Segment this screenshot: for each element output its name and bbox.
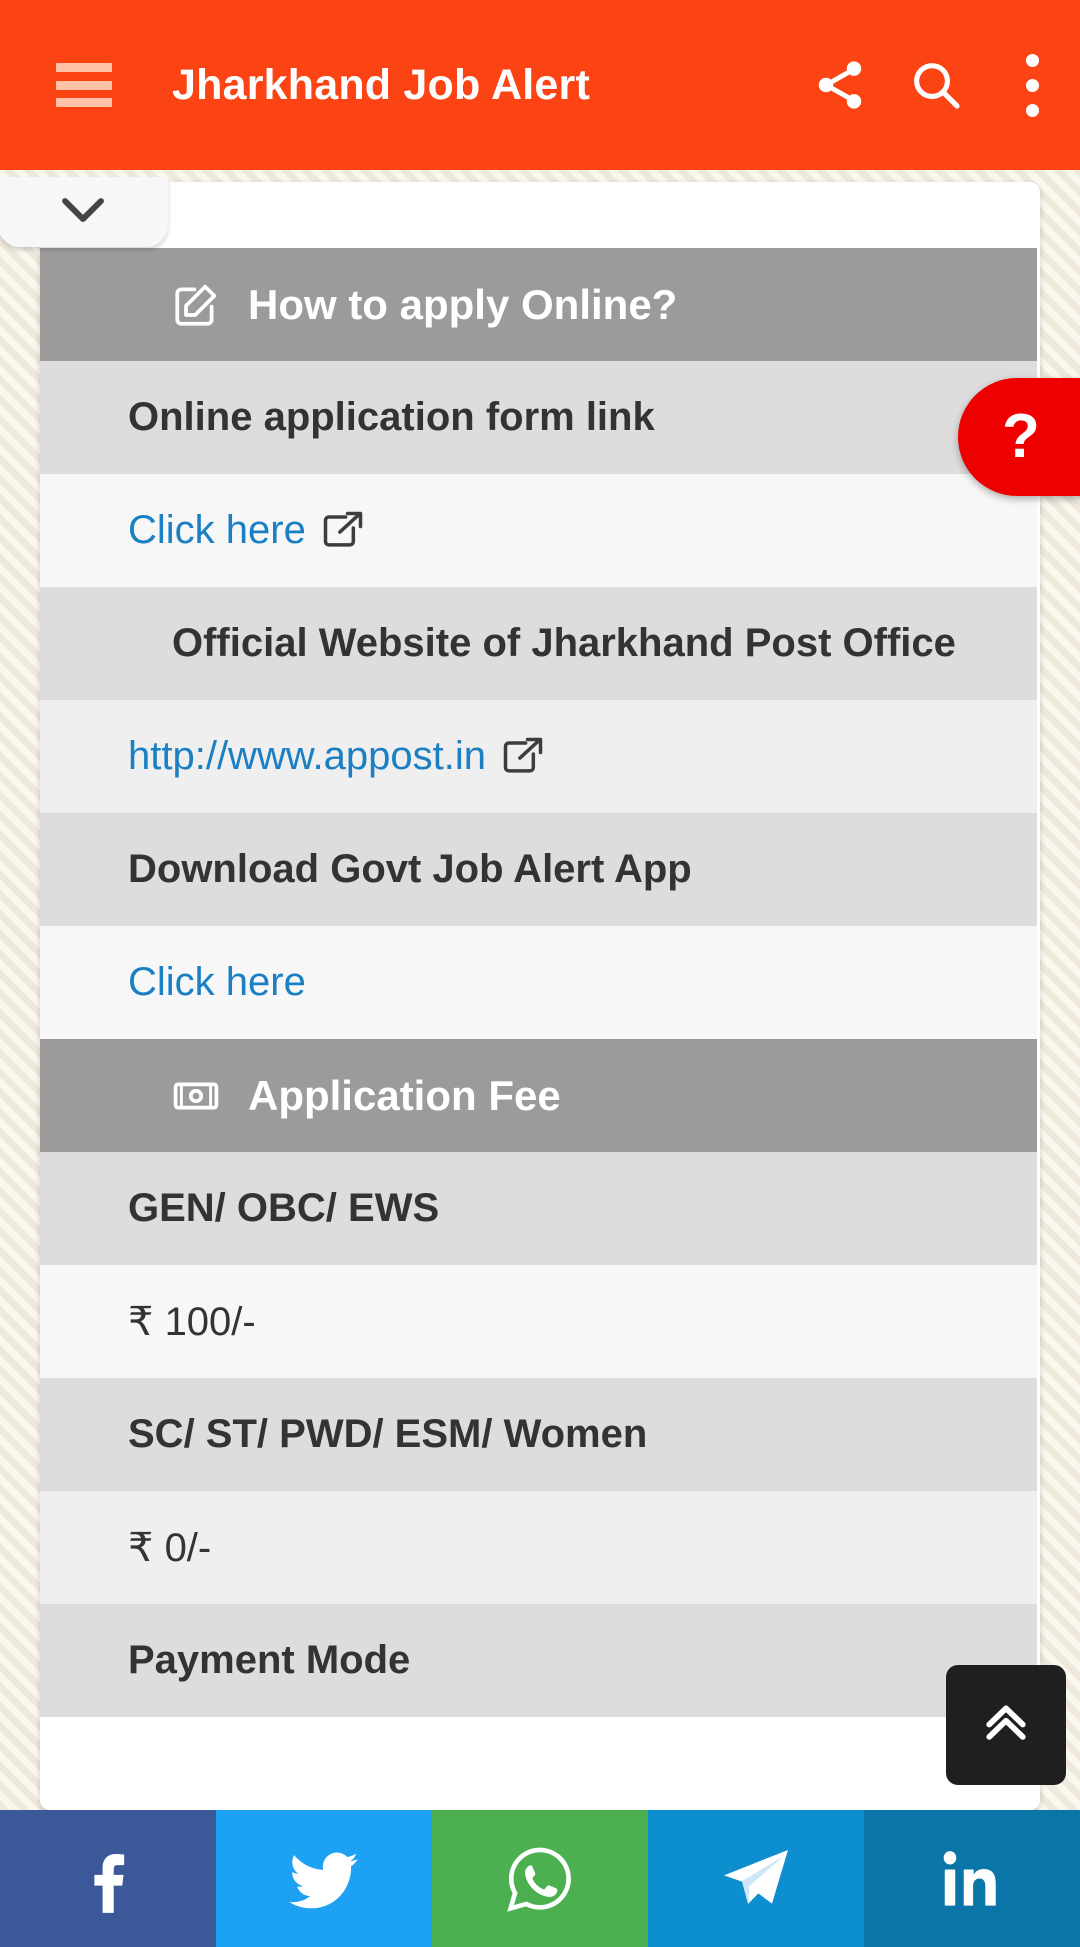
whatsapp-icon [499, 1838, 581, 1920]
table-cell-label: Official Website of Jharkhand Post Offic… [172, 621, 956, 665]
link-text: http://www.appost.in [128, 734, 486, 778]
help-button-label: ? [1002, 402, 1040, 471]
external-link-icon [502, 736, 544, 778]
table-row: GEN/ OBC/ EWS [40, 1152, 1037, 1265]
table-cell-label: Payment Mode [128, 1638, 411, 1682]
external-link-icon [322, 510, 364, 552]
table-row: Online application form link [40, 361, 1037, 474]
table-section-header-label: Application Fee [248, 1071, 561, 1119]
table-row: Payment Mode [40, 1604, 1037, 1717]
table-section-header: How to apply Online? [40, 248, 1037, 361]
table-row: http://www.appost.in [40, 700, 1037, 813]
app-title: Jharkhand Job Alert [172, 60, 590, 109]
link-text: Click here [128, 508, 306, 552]
chevron-down-icon [55, 192, 111, 233]
table-row: ₹ 0/- [40, 1491, 1037, 1604]
table-section-header: Application Fee [40, 1039, 1037, 1152]
details-table: How to apply Online? Online application … [40, 248, 1037, 1717]
edit-pencil-icon [170, 279, 222, 331]
more-vertical-icon[interactable] [984, 37, 1080, 133]
share-facebook-button[interactable] [0, 1810, 216, 1947]
apply-online-link[interactable]: Click here [128, 508, 364, 553]
linkedin-icon [934, 1841, 1010, 1917]
search-icon[interactable] [888, 37, 984, 133]
app-bar-actions [792, 37, 1080, 133]
app-screen: Jharkhand Job Alert How to apply Online?… [0, 0, 1080, 1947]
table-row: Download Govt Job Alert App [40, 813, 1037, 926]
table-cell-label: SC/ ST/ PWD/ ESM/ Women [128, 1412, 648, 1456]
telegram-icon [716, 1839, 796, 1919]
help-button[interactable]: ? [958, 378, 1080, 496]
table-cell-value: ₹ 0/- [128, 1525, 212, 1570]
twitter-icon [285, 1840, 363, 1918]
table-cell-value: ₹ 100/- [128, 1299, 256, 1344]
app-bar: Jharkhand Job Alert [0, 0, 1080, 170]
download-app-link[interactable]: Click here [128, 960, 306, 1005]
double-chevron-up-icon [975, 1692, 1037, 1759]
table-row: ₹ 100/- [40, 1265, 1037, 1378]
table-section-header-label: How to apply Online? [248, 280, 678, 328]
social-share-bar [0, 1810, 1080, 1947]
share-linkedin-button[interactable] [864, 1810, 1080, 1947]
share-icon[interactable] [792, 37, 888, 133]
hamburger-menu-icon[interactable] [56, 63, 112, 107]
table-cell-label: Download Govt Job Alert App [128, 847, 692, 891]
table-cell-label: GEN/ OBC/ EWS [128, 1186, 440, 1230]
table-row: Click here [40, 474, 1037, 587]
table-row: Official Website of Jharkhand Post Offic… [40, 587, 1037, 700]
scroll-to-top-button[interactable] [946, 1665, 1066, 1785]
share-twitter-button[interactable] [216, 1810, 432, 1947]
share-whatsapp-button[interactable] [432, 1810, 648, 1947]
link-text: Click here [128, 960, 306, 1004]
share-telegram-button[interactable] [648, 1810, 864, 1947]
table-row: Click here [40, 926, 1037, 1039]
table-cell-label: Online application form link [128, 395, 655, 439]
facebook-icon [70, 1841, 146, 1917]
official-website-link[interactable]: http://www.appost.in [128, 734, 544, 779]
money-note-icon [170, 1070, 222, 1122]
table-row: SC/ ST/ PWD/ ESM/ Women [40, 1378, 1037, 1491]
collapse-toggle[interactable] [0, 177, 168, 247]
